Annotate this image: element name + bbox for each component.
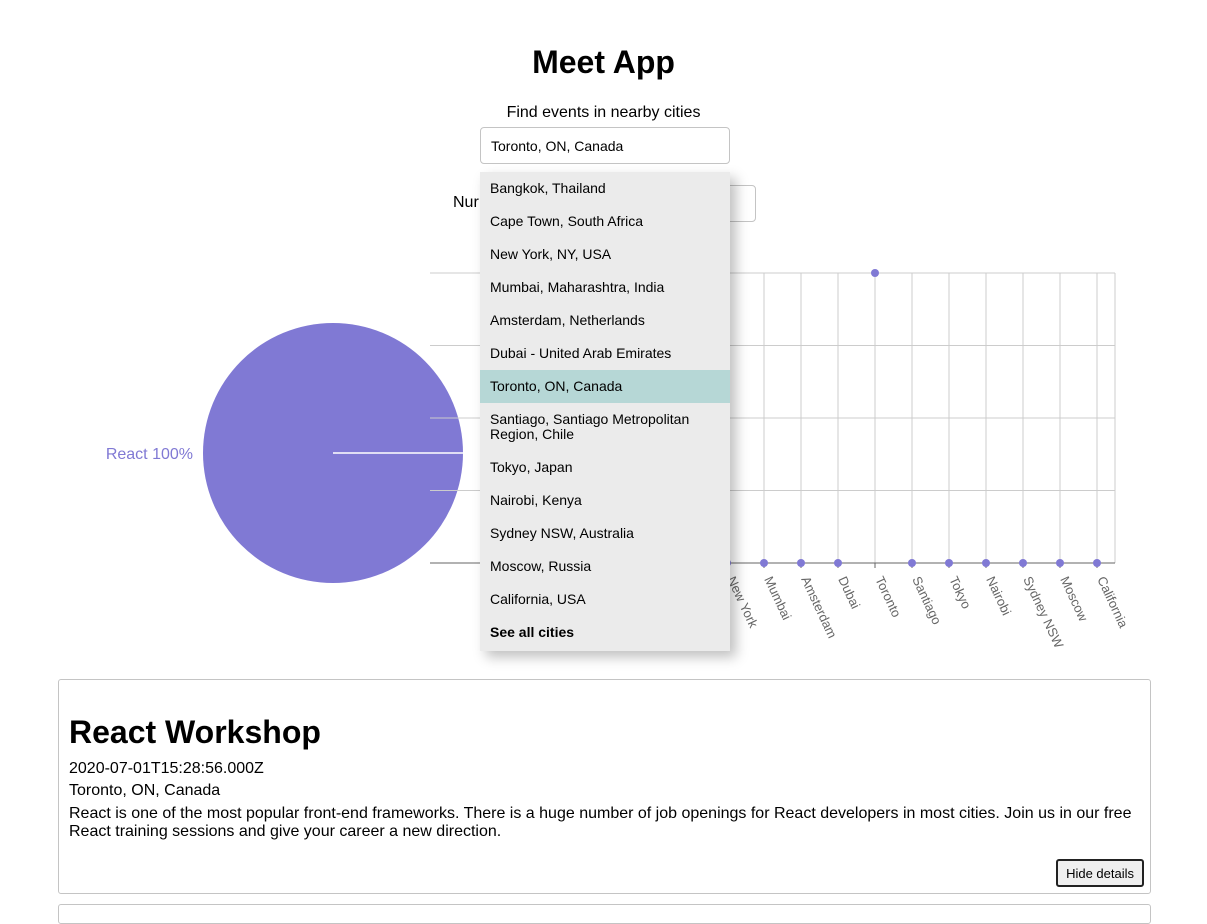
- city-suggestion-item[interactable]: Moscow, Russia: [480, 550, 730, 583]
- event-location: Toronto, ON, Canada: [69, 782, 221, 799]
- x-tick-label: Toronto: [872, 574, 904, 620]
- city-suggestion-item[interactable]: Toronto, ON, Canada: [480, 370, 730, 403]
- x-tick-label: Dubai: [835, 574, 863, 611]
- city-suggestion-item[interactable]: New York, NY, USA: [480, 238, 730, 271]
- scatter-point: [908, 559, 916, 567]
- scatter-point: [1019, 559, 1027, 567]
- hide-details-button[interactable]: Hide details: [1056, 859, 1144, 887]
- city-suggestion-item[interactable]: Mumbai, Maharashtra, India: [480, 271, 730, 304]
- scatter-point: [797, 559, 805, 567]
- x-tick-label: Tokyo: [946, 574, 974, 611]
- see-all-cities-item[interactable]: See all cities: [480, 616, 730, 649]
- scatter-point: [871, 269, 879, 277]
- event-datetime: 2020-07-01T15:28:56.000Z: [69, 760, 264, 777]
- event-card: [58, 904, 1151, 924]
- city-suggestions-list: Bangkok, Thailand Cape Town, South Africa…: [480, 172, 730, 651]
- city-suggestion-item[interactable]: Bangkok, Thailand: [480, 172, 730, 205]
- city-suggestion-item[interactable]: Cape Town, South Africa: [480, 205, 730, 238]
- scatter-point: [945, 559, 953, 567]
- city-suggestion-item[interactable]: Sydney NSW, Australia: [480, 517, 730, 550]
- x-tick-label: Moscow: [1057, 574, 1091, 624]
- city-suggestion-item[interactable]: Dubai - United Arab Emirates: [480, 337, 730, 370]
- x-tick-label: Amsterdam: [798, 574, 840, 641]
- x-tick-label: Santiago: [909, 574, 944, 627]
- scatter-point: [834, 559, 842, 567]
- event-description: React is one of the most popular front-e…: [69, 805, 1132, 840]
- x-tick-label: Nairobi: [983, 574, 1014, 618]
- scatter-point: [1056, 559, 1064, 567]
- city-suggestion-item[interactable]: Nairobi, Kenya: [480, 484, 730, 517]
- scatter-point: [760, 559, 768, 567]
- city-suggestion-item[interactable]: Tokyo, Japan: [480, 451, 730, 484]
- scatter-point: [1093, 559, 1101, 567]
- x-tick-label: Mumbai: [761, 574, 794, 622]
- x-tick-label: California: [1094, 574, 1131, 631]
- event-title: React Workshop: [69, 714, 321, 750]
- city-suggestion-item[interactable]: Amsterdam, Netherlands: [480, 304, 730, 337]
- city-suggestion-item[interactable]: California, USA: [480, 583, 730, 616]
- event-card: React Workshop 2020-07-01T15:28:56.000Z …: [58, 679, 1151, 894]
- city-suggestion-item[interactable]: Santiago, Santiago Metropolitan Region, …: [480, 403, 730, 451]
- scatter-point: [982, 559, 990, 567]
